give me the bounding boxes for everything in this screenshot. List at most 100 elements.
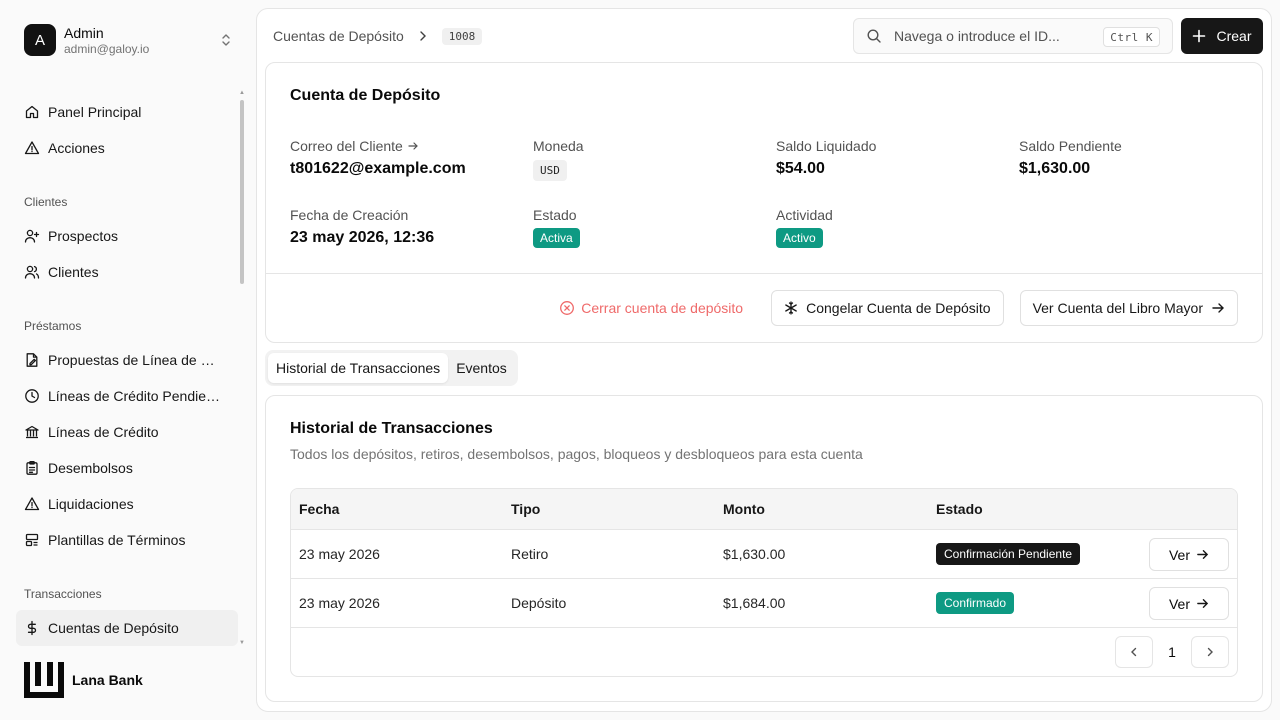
- sidebar-item-liquidaciones[interactable]: Liquidaciones: [16, 486, 238, 522]
- sidebar-item-plantillas[interactable]: Plantillas de Términos: [16, 522, 238, 558]
- lana-bank-logo-icon: [24, 662, 64, 698]
- sidebar-scrollbar-thumb[interactable]: [240, 100, 244, 284]
- scroll-down-arrow[interactable]: ▼: [239, 640, 245, 646]
- search-icon: [867, 29, 881, 43]
- pending-balance-label: Saldo Pendiente: [1019, 138, 1122, 154]
- view-button-label: Ver: [1168, 546, 1190, 563]
- field-created-date: Fecha de Creación 23 may 2026, 12:36: [290, 206, 510, 247]
- column-header-amount: Monto: [723, 501, 765, 517]
- view-ledger-account-button[interactable]: Ver Cuenta del Libro Mayor: [1019, 290, 1238, 326]
- clipboard-icon: [26, 460, 38, 475]
- breadcrumb: Cuentas de Depósito 1008: [273, 17, 483, 55]
- next-page-button[interactable]: [1191, 636, 1229, 668]
- status-badge: Activa: [533, 228, 580, 248]
- sidebar-item-propuestas[interactable]: Propuestas de Línea de Cr...: [16, 342, 238, 378]
- sidebar-item-label: Líneas de Crédito Pendient...: [48, 388, 224, 404]
- arrow-right-icon: [408, 142, 418, 150]
- close-account-label: Cerrar cuenta de depósito: [581, 300, 744, 316]
- search-input[interactable]: [894, 28, 1094, 44]
- previous-page-button[interactable]: [1115, 636, 1153, 668]
- cell-date: 23 may 2026: [299, 546, 380, 562]
- arrow-right-icon: [1197, 550, 1209, 559]
- sidebar: A Admin admin@galoy.io Panel Principal A…: [0, 0, 256, 720]
- arrow-right-icon: [1212, 303, 1224, 313]
- status-badge: Confirmado: [936, 592, 1015, 614]
- settled-balance-value: $54.00: [776, 160, 825, 177]
- currency-label: Moneda: [533, 138, 584, 154]
- customer-email-label: Correo del Cliente: [290, 138, 403, 154]
- tabs: Historial de Transacciones Eventos: [265, 350, 518, 386]
- field-pending-balance: Saldo Pendiente $1,630.00: [1019, 137, 1239, 178]
- tab-transaction-history[interactable]: Historial de Transacciones: [268, 353, 449, 383]
- table-header: Fecha Tipo Monto Estado: [291, 489, 1237, 530]
- sidebar-item-desembolsos[interactable]: Desembolsos: [16, 450, 238, 486]
- details-actions: Cerrar cuenta de depósito Congelar Cuent…: [559, 290, 1238, 326]
- breadcrumb-parent-link[interactable]: Cuentas de Depósito: [273, 28, 404, 44]
- file-edit-icon: [26, 353, 38, 367]
- avatar: A: [24, 24, 56, 56]
- x-circle-icon: [560, 301, 575, 315]
- brand-name: Lana Bank: [72, 672, 143, 688]
- details-title: Cuenta de Depósito: [290, 87, 441, 104]
- bank-icon: [25, 425, 39, 439]
- sidebar-item-label: Plantillas de Términos: [48, 532, 186, 548]
- cell-type: Depósito: [511, 595, 567, 611]
- status-label: Estado: [533, 207, 577, 223]
- alert-triangle-icon: [24, 141, 40, 155]
- created-date-value: 23 may 2026, 12:36: [290, 229, 435, 246]
- create-button-label: Crear: [1216, 28, 1252, 44]
- sidebar-item-cuentas-deposito[interactable]: Cuentas de Depósito: [16, 610, 238, 646]
- nav-group-transacciones: Transacciones: [24, 587, 102, 601]
- field-activity: Actividad Activo: [776, 206, 996, 248]
- transaction-history-card: Historial de Transacciones Todos los dep…: [265, 395, 1263, 702]
- user-switcher[interactable]: A Admin admin@galoy.io: [24, 22, 234, 58]
- scroll-up-arrow[interactable]: ▲: [239, 90, 245, 96]
- alert-triangle-icon: [24, 497, 40, 511]
- sidebar-item-label: Liquidaciones: [48, 496, 134, 512]
- clock-icon: [25, 389, 39, 403]
- column-header-date: Fecha: [299, 501, 340, 517]
- users-icon: [24, 265, 40, 279]
- sidebar-item-label: Acciones: [48, 140, 105, 156]
- pagination: 1: [1115, 636, 1229, 668]
- search-box[interactable]: Ctrl K: [853, 18, 1173, 54]
- brand: Lana Bank: [24, 662, 143, 698]
- chevrons-up-down-icon: [222, 34, 230, 46]
- transactions-table: Fecha Tipo Monto Estado 23 may 2026 Reti…: [290, 488, 1238, 677]
- deposit-account-details-card: Cuenta de Depósito Correo del Cliente t8…: [265, 62, 1263, 343]
- freeze-account-button[interactable]: Congelar Cuenta de Depósito: [771, 290, 1004, 326]
- table-row: 23 may 2026 Depósito $1,684.00 Confirmad…: [291, 579, 1237, 628]
- sidebar-item-clientes[interactable]: Clientes: [16, 254, 238, 290]
- sidebar-item-panel-principal[interactable]: Panel Principal: [16, 94, 238, 130]
- sidebar-item-acciones[interactable]: Acciones: [16, 130, 238, 166]
- freeze-account-label: Congelar Cuenta de Depósito: [806, 300, 991, 316]
- field-settled-balance: Saldo Liquidado $54.00: [776, 137, 996, 178]
- search-shortcut-hint: Ctrl K: [1103, 27, 1160, 47]
- user-info: Admin admin@galoy.io: [64, 24, 218, 56]
- sidebar-item-prospectos[interactable]: Prospectos: [16, 218, 238, 254]
- close-account-button[interactable]: Cerrar cuenta de depósito: [559, 300, 743, 316]
- field-status: Estado Activa: [533, 206, 753, 248]
- create-button[interactable]: Crear: [1181, 18, 1263, 54]
- chevron-left-icon: [1131, 647, 1137, 657]
- table-row: 23 may 2026 Retiro $1,630.00 Confirmació…: [291, 530, 1237, 579]
- transactions-subtitle: Todos los depósitos, retiros, desembolso…: [290, 446, 863, 462]
- plus-icon: [1193, 29, 1206, 43]
- view-transaction-button[interactable]: Ver: [1149, 538, 1229, 571]
- customer-email-link[interactable]: Correo del Cliente: [290, 137, 510, 155]
- main-panel: Cuentas de Depósito 1008 Ctrl K Crear Cu…: [256, 8, 1272, 712]
- breadcrumb-current-id: 1008: [441, 27, 483, 45]
- customer-email-value: t801622@example.com: [290, 160, 466, 177]
- sidebar-item-label: Propuestas de Línea de Cr...: [48, 352, 224, 368]
- view-ledger-label: Ver Cuenta del Libro Mayor: [1032, 300, 1203, 316]
- tab-events[interactable]: Eventos: [448, 353, 515, 383]
- field-customer-email: Correo del Cliente t801622@example.com: [290, 137, 510, 178]
- view-transaction-button[interactable]: Ver: [1149, 587, 1229, 620]
- dollar-icon: [27, 620, 37, 636]
- cell-amount: $1,630.00: [723, 546, 786, 562]
- cell-date: 23 may 2026: [299, 595, 380, 611]
- sidebar-item-lineas-pendientes[interactable]: Líneas de Crédito Pendient...: [16, 378, 238, 414]
- sidebar-item-lineas-credito[interactable]: Líneas de Crédito: [16, 414, 238, 450]
